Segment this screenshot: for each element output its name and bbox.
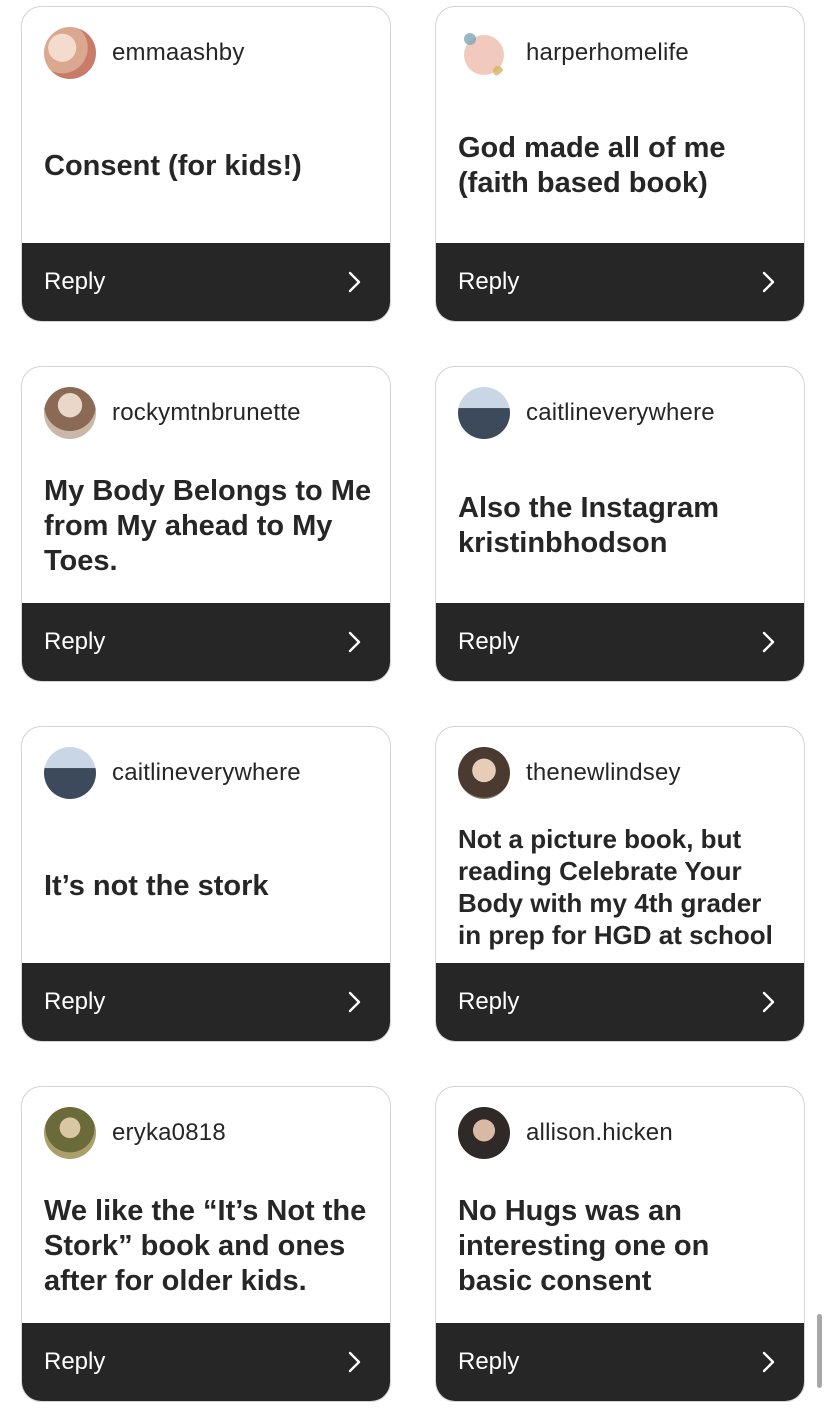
reply-button[interactable]: Reply xyxy=(22,603,390,681)
chevron-right-icon xyxy=(348,991,361,1013)
response-text: Consent (for kids!) xyxy=(44,149,302,182)
chevron-right-icon xyxy=(762,631,775,653)
avatar[interactable] xyxy=(44,27,96,79)
avatar[interactable] xyxy=(458,27,510,79)
chevron-right-icon xyxy=(348,631,361,653)
avatar[interactable] xyxy=(458,1107,510,1159)
reply-button[interactable]: Reply xyxy=(22,963,390,1041)
chevron-right-icon xyxy=(348,271,361,293)
username[interactable]: caitlineverywhere xyxy=(112,759,301,787)
card-header: emmaashby xyxy=(44,26,245,80)
response-card: emmaashby Consent (for kids!) Reply xyxy=(21,6,391,322)
response-card: thenewlindsey Not a picture book, but re… xyxy=(435,726,805,1042)
reply-button[interactable]: Reply xyxy=(436,963,804,1041)
username[interactable]: caitlineverywhere xyxy=(526,399,715,427)
username[interactable]: allison.hicken xyxy=(526,1119,673,1147)
response-text-area: God made all of me (faith based book) xyxy=(458,91,790,241)
response-card: rockymtnbrunette My Body Belongs to Me f… xyxy=(21,366,391,682)
chevron-right-icon xyxy=(762,271,775,293)
response-text: Not a picture book, but reading Celebrat… xyxy=(458,824,773,950)
card-header: thenewlindsey xyxy=(458,746,681,800)
card-header: rockymtnbrunette xyxy=(44,386,301,440)
response-text-area: My Body Belongs to Me from My ahead to M… xyxy=(44,451,376,601)
card-header: eryka0818 xyxy=(44,1106,226,1160)
reply-button[interactable]: Reply xyxy=(436,243,804,321)
response-text: God made all of me (faith based book) xyxy=(458,132,726,199)
username[interactable]: emmaashby xyxy=(112,39,245,67)
reply-button[interactable]: Reply xyxy=(436,1323,804,1401)
card-header: caitlineverywhere xyxy=(458,386,715,440)
reply-label: Reply xyxy=(458,268,520,295)
scrollbar[interactable] xyxy=(817,1314,822,1388)
response-text-area: It’s not the stork xyxy=(44,811,376,961)
response-card: eryka0818 We like the “It’s Not the Stor… xyxy=(21,1086,391,1402)
card-header: caitlineverywhere xyxy=(44,746,301,800)
avatar[interactable] xyxy=(458,387,510,439)
card-header: allison.hicken xyxy=(458,1106,673,1160)
response-card: caitlineverywhere Also the Instagram kri… xyxy=(435,366,805,682)
card-header: harperhomelife xyxy=(458,26,689,80)
username[interactable]: rockymtnbrunette xyxy=(112,399,301,427)
avatar[interactable] xyxy=(458,747,510,799)
question-responses-grid: emmaashby Consent (for kids!) Reply harp… xyxy=(0,0,828,1422)
reply-label: Reply xyxy=(44,988,106,1015)
reply-label: Reply xyxy=(458,988,520,1015)
response-text: Also the Instagram kristinbhodson xyxy=(458,492,720,559)
avatar[interactable] xyxy=(44,747,96,799)
response-card: harperhomelife God made all of me (faith… xyxy=(435,6,805,322)
reply-button[interactable]: Reply xyxy=(436,603,804,681)
response-text-area: Consent (for kids!) xyxy=(44,91,376,241)
username[interactable]: eryka0818 xyxy=(112,1119,226,1147)
reply-label: Reply xyxy=(44,1348,106,1375)
response-text-area: No Hugs was an interesting one on basic … xyxy=(458,1171,790,1321)
reply-button[interactable]: Reply xyxy=(22,1323,390,1401)
response-card: allison.hicken No Hugs was an interestin… xyxy=(435,1086,805,1402)
response-card: caitlineverywhere It’s not the stork Rep… xyxy=(21,726,391,1042)
reply-label: Reply xyxy=(44,628,106,655)
response-text-area: Also the Instagram kristinbhodson xyxy=(458,451,790,601)
username[interactable]: thenewlindsey xyxy=(526,759,681,787)
reply-button[interactable]: Reply xyxy=(22,243,390,321)
username[interactable]: harperhomelife xyxy=(526,39,689,67)
response-text: It’s not the stork xyxy=(44,869,269,902)
response-text-area: We like the “It’s Not the Stork” book an… xyxy=(44,1171,376,1321)
response-text: We like the “It’s Not the Stork” book an… xyxy=(44,1194,367,1297)
response-text: No Hugs was an interesting one on basic … xyxy=(458,1194,710,1297)
reply-label: Reply xyxy=(44,268,106,295)
avatar[interactable] xyxy=(44,1107,96,1159)
chevron-right-icon xyxy=(348,1351,361,1373)
reply-label: Reply xyxy=(458,1348,520,1375)
reply-label: Reply xyxy=(458,628,520,655)
response-text: My Body Belongs to Me from My ahead to M… xyxy=(44,474,372,577)
chevron-right-icon xyxy=(762,991,775,1013)
chevron-right-icon xyxy=(762,1351,775,1373)
response-text-area: Not a picture book, but reading Celebrat… xyxy=(458,807,790,967)
avatar[interactable] xyxy=(44,387,96,439)
